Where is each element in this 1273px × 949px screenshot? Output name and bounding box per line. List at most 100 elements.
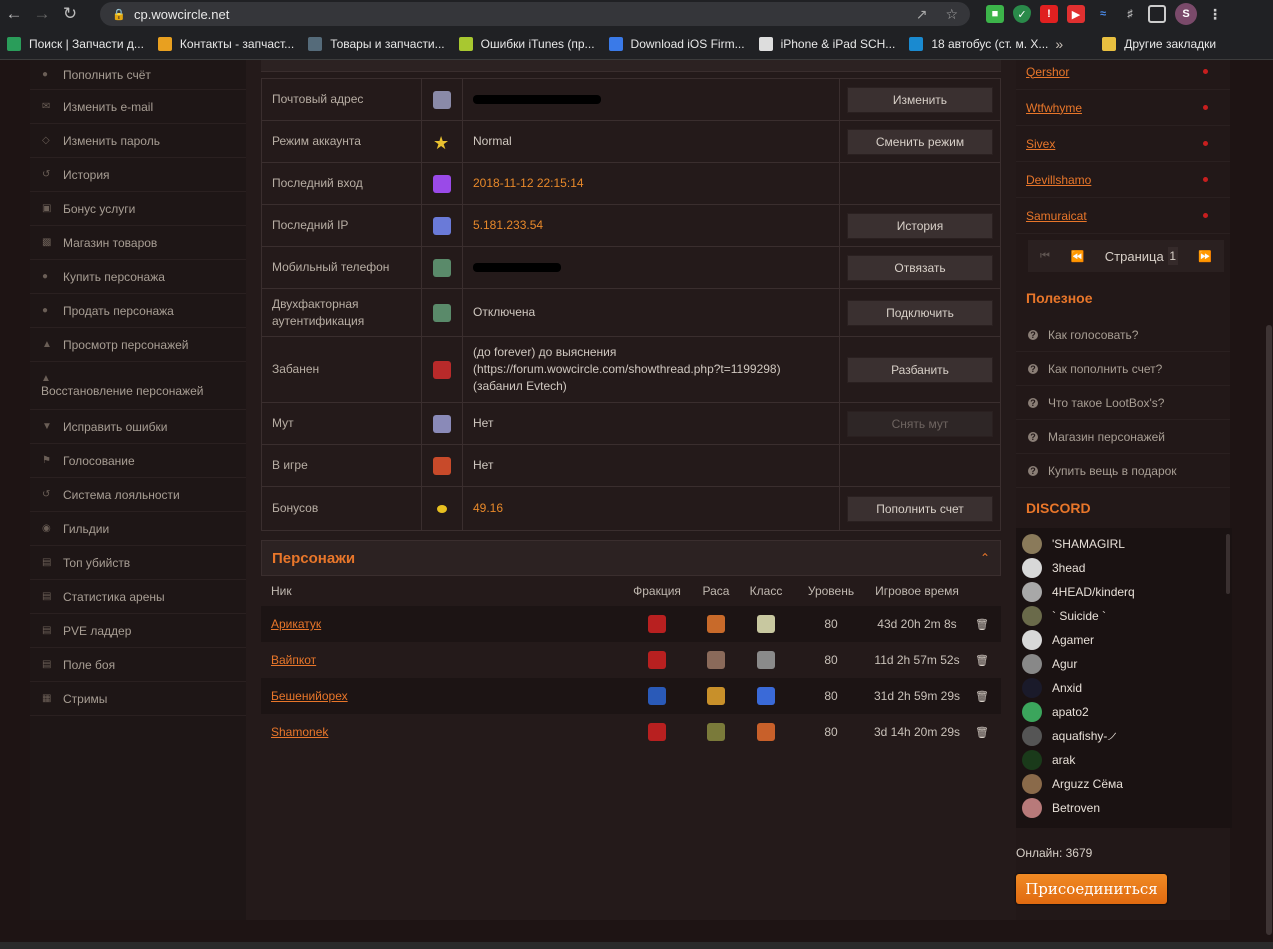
first-page-icon[interactable]: ⏮ — [1040, 250, 1050, 263]
useful-link[interactable]: ? Купить вещь в подарок — [1016, 454, 1230, 488]
bookmark-item[interactable]: Ошибки iTunes (пр... — [452, 36, 602, 51]
sidebar-item[interactable]: ▤ Поле боя — [30, 648, 246, 682]
discord-member[interactable]: Betroven — [1016, 796, 1232, 820]
character-name-link[interactable]: Бешенийорех — [271, 689, 348, 703]
bookmark-item[interactable]: Товары и запчасти... — [301, 36, 451, 51]
discord-member[interactable]: 'SHAMAGIRL — [1016, 532, 1232, 556]
sidebar-item[interactable]: ▤ Топ убийств — [30, 546, 246, 580]
discord-join-button[interactable]: Присоединиться — [1016, 874, 1167, 904]
discord-member[interactable]: 4HEAD/kinderq — [1016, 580, 1232, 604]
menu-dots-icon[interactable]: ⋮ — [1206, 5, 1224, 23]
profile-avatar[interactable]: S — [1175, 3, 1197, 25]
avatar — [1022, 534, 1042, 554]
discord-member[interactable]: Anxid — [1016, 676, 1232, 700]
online-player-link[interactable]: Wtfwhyme — [1026, 101, 1082, 115]
discord-member[interactable]: Arguzz Сёма — [1016, 772, 1232, 796]
action-button[interactable]: История — [847, 212, 993, 239]
discord-member[interactable]: ` Suicide ` — [1016, 604, 1232, 628]
sidebar-item[interactable]: ↺ Система лояльности — [30, 478, 246, 512]
sidebar-item[interactable]: ◇ Изменить пароль — [30, 124, 246, 158]
trash-icon[interactable]: 🗑 — [967, 618, 997, 631]
trash-icon[interactable]: 🗑 — [967, 654, 997, 667]
discord-member[interactable]: arak — [1016, 748, 1232, 772]
sidebar-item[interactable]: ▩ Магазин товаров — [30, 226, 246, 260]
discord-member[interactable]: apato2 — [1016, 700, 1232, 724]
useful-link[interactable]: ? Магазин персонажей — [1016, 420, 1230, 454]
mail-icon — [433, 90, 451, 109]
extensions-puzzle-icon[interactable]: ♯ — [1121, 5, 1139, 23]
sidebar-item[interactable]: ✉ Изменить e-mail — [30, 90, 246, 124]
character-name-link[interactable]: Арикатук — [271, 617, 321, 631]
bookmark-item[interactable]: Download iOS Firm... — [602, 36, 752, 51]
online-player-link[interactable]: Samuraicat — [1026, 209, 1087, 223]
sidebar-item[interactable]: ● Пополнить счёт — [30, 60, 246, 90]
browser-toolbar: ← → ↻ 🔒 cp.wowcircle.net ↗ ☆ ■ ✓ ! ▶ ≈ ♯… — [0, 0, 1273, 28]
sidebar-item[interactable]: ● Купить персонажа — [30, 260, 246, 294]
page-scrollbar[interactable] — [1266, 325, 1272, 935]
next-page-icon[interactable]: ⏩ — [1198, 250, 1212, 263]
online-player-link[interactable]: Devillshamo — [1026, 173, 1091, 187]
sidebar-item[interactable]: ▤ PVE ладдер — [30, 614, 246, 648]
extension-shield-icon[interactable]: ✓ — [1013, 5, 1031, 23]
sidepanel-icon[interactable] — [1148, 5, 1166, 23]
action-button[interactable]: Изменить — [847, 86, 993, 113]
extension-green-icon[interactable]: ■ — [986, 5, 1004, 23]
sidebar-item[interactable]: ● Продать персонажа — [30, 294, 246, 328]
character-playtime: 43d 20h 2m 8s — [877, 617, 957, 631]
extension-wave-icon[interactable]: ≈ — [1094, 5, 1112, 23]
discord-member[interactable]: Agur — [1016, 652, 1232, 676]
bookmark-item[interactable]: iPhone & iPad SCH... — [752, 36, 903, 51]
trash-icon[interactable]: 🗑 — [967, 726, 997, 739]
page-input[interactable]: 1 — [1167, 247, 1178, 265]
useful-link[interactable]: ? Как голосовать? — [1016, 318, 1230, 352]
chevron-up-icon[interactable]: ⌃ — [980, 551, 990, 565]
sidebar-item[interactable]: ▼ Исправить ошибки — [30, 410, 246, 444]
discord-member[interactable]: Agamer — [1016, 628, 1232, 652]
bookmark-item[interactable]: Другие закладки — [1095, 36, 1223, 51]
action-button[interactable]: Снять мут — [847, 410, 993, 437]
share-icon[interactable]: ↗ — [916, 6, 928, 23]
forward-arrow-icon[interactable]: → — [28, 0, 56, 28]
character-name-link[interactable]: Вайпкот — [271, 653, 316, 667]
question-icon: ? — [1028, 363, 1038, 374]
address-bar[interactable]: 🔒 cp.wowcircle.net ↗ ☆ — [100, 2, 970, 26]
sidebar-item[interactable]: ◉ Гильдии — [30, 512, 246, 546]
discord-member[interactable]: 3head — [1016, 556, 1232, 580]
action-button[interactable]: Разбанить — [847, 356, 993, 383]
bookmark-icon — [308, 36, 323, 51]
sidebar-item[interactable]: ▦ Стримы — [30, 682, 246, 716]
characters-header[interactable]: Персонажи ⌃ — [261, 540, 1001, 576]
trash-icon[interactable]: 🗑 — [967, 690, 997, 703]
action-button[interactable]: Пополнить счет — [847, 495, 993, 522]
star-icon[interactable]: ☆ — [945, 6, 958, 23]
character-name-link[interactable]: Shamonek — [271, 725, 328, 739]
prev-page-icon[interactable]: ⏪ — [1070, 250, 1084, 263]
online-player-link[interactable]: Qershor — [1026, 65, 1069, 79]
discord-member[interactable]: aquafishy-୵ — [1016, 724, 1232, 748]
discord-scrollbar[interactable] — [1226, 534, 1230, 594]
sidebar-item[interactable]: ▲ Восстановление персонажей — [30, 362, 246, 410]
bookmark-item[interactable]: 18 автобус (ст. м. Х... — [902, 36, 1055, 51]
reload-icon[interactable]: ↻ — [56, 0, 84, 28]
sidebar-item[interactable]: ▤ Статистика арены — [30, 580, 246, 614]
chart-icon: ▤ — [42, 659, 52, 670]
sidebar-item[interactable]: ↺ История — [30, 158, 246, 192]
mute-icon — [433, 414, 451, 433]
sidebar-item[interactable]: ▲ Просмотр персонажей — [30, 328, 246, 362]
extension-red-icon[interactable]: ! — [1040, 5, 1058, 23]
online-player-link[interactable]: Sivex — [1026, 137, 1055, 151]
action-button[interactable]: Сменить режим — [847, 128, 993, 155]
flag-icon: ⚑ — [42, 455, 51, 466]
bookmark-item[interactable]: Контакты - запчаст... — [151, 36, 301, 51]
back-arrow-icon[interactable]: ← — [0, 0, 28, 28]
more-bookmarks-icon[interactable]: » — [1055, 36, 1063, 52]
action-button[interactable]: Подключить — [847, 299, 993, 326]
sidebar-item[interactable]: ▣ Бонус услуги — [30, 192, 246, 226]
character-level: 80 — [824, 689, 838, 703]
extension-play-icon[interactable]: ▶ — [1067, 5, 1085, 23]
sidebar-item[interactable]: ⚑ Голосование — [30, 444, 246, 478]
bookmark-item[interactable]: Поиск | Запчасти д... — [0, 36, 151, 51]
useful-link[interactable]: ? Что такое LootBox's? — [1016, 386, 1230, 420]
action-button[interactable]: Отвязать — [847, 254, 993, 281]
useful-link[interactable]: ? Как пополнить счет? — [1016, 352, 1230, 386]
